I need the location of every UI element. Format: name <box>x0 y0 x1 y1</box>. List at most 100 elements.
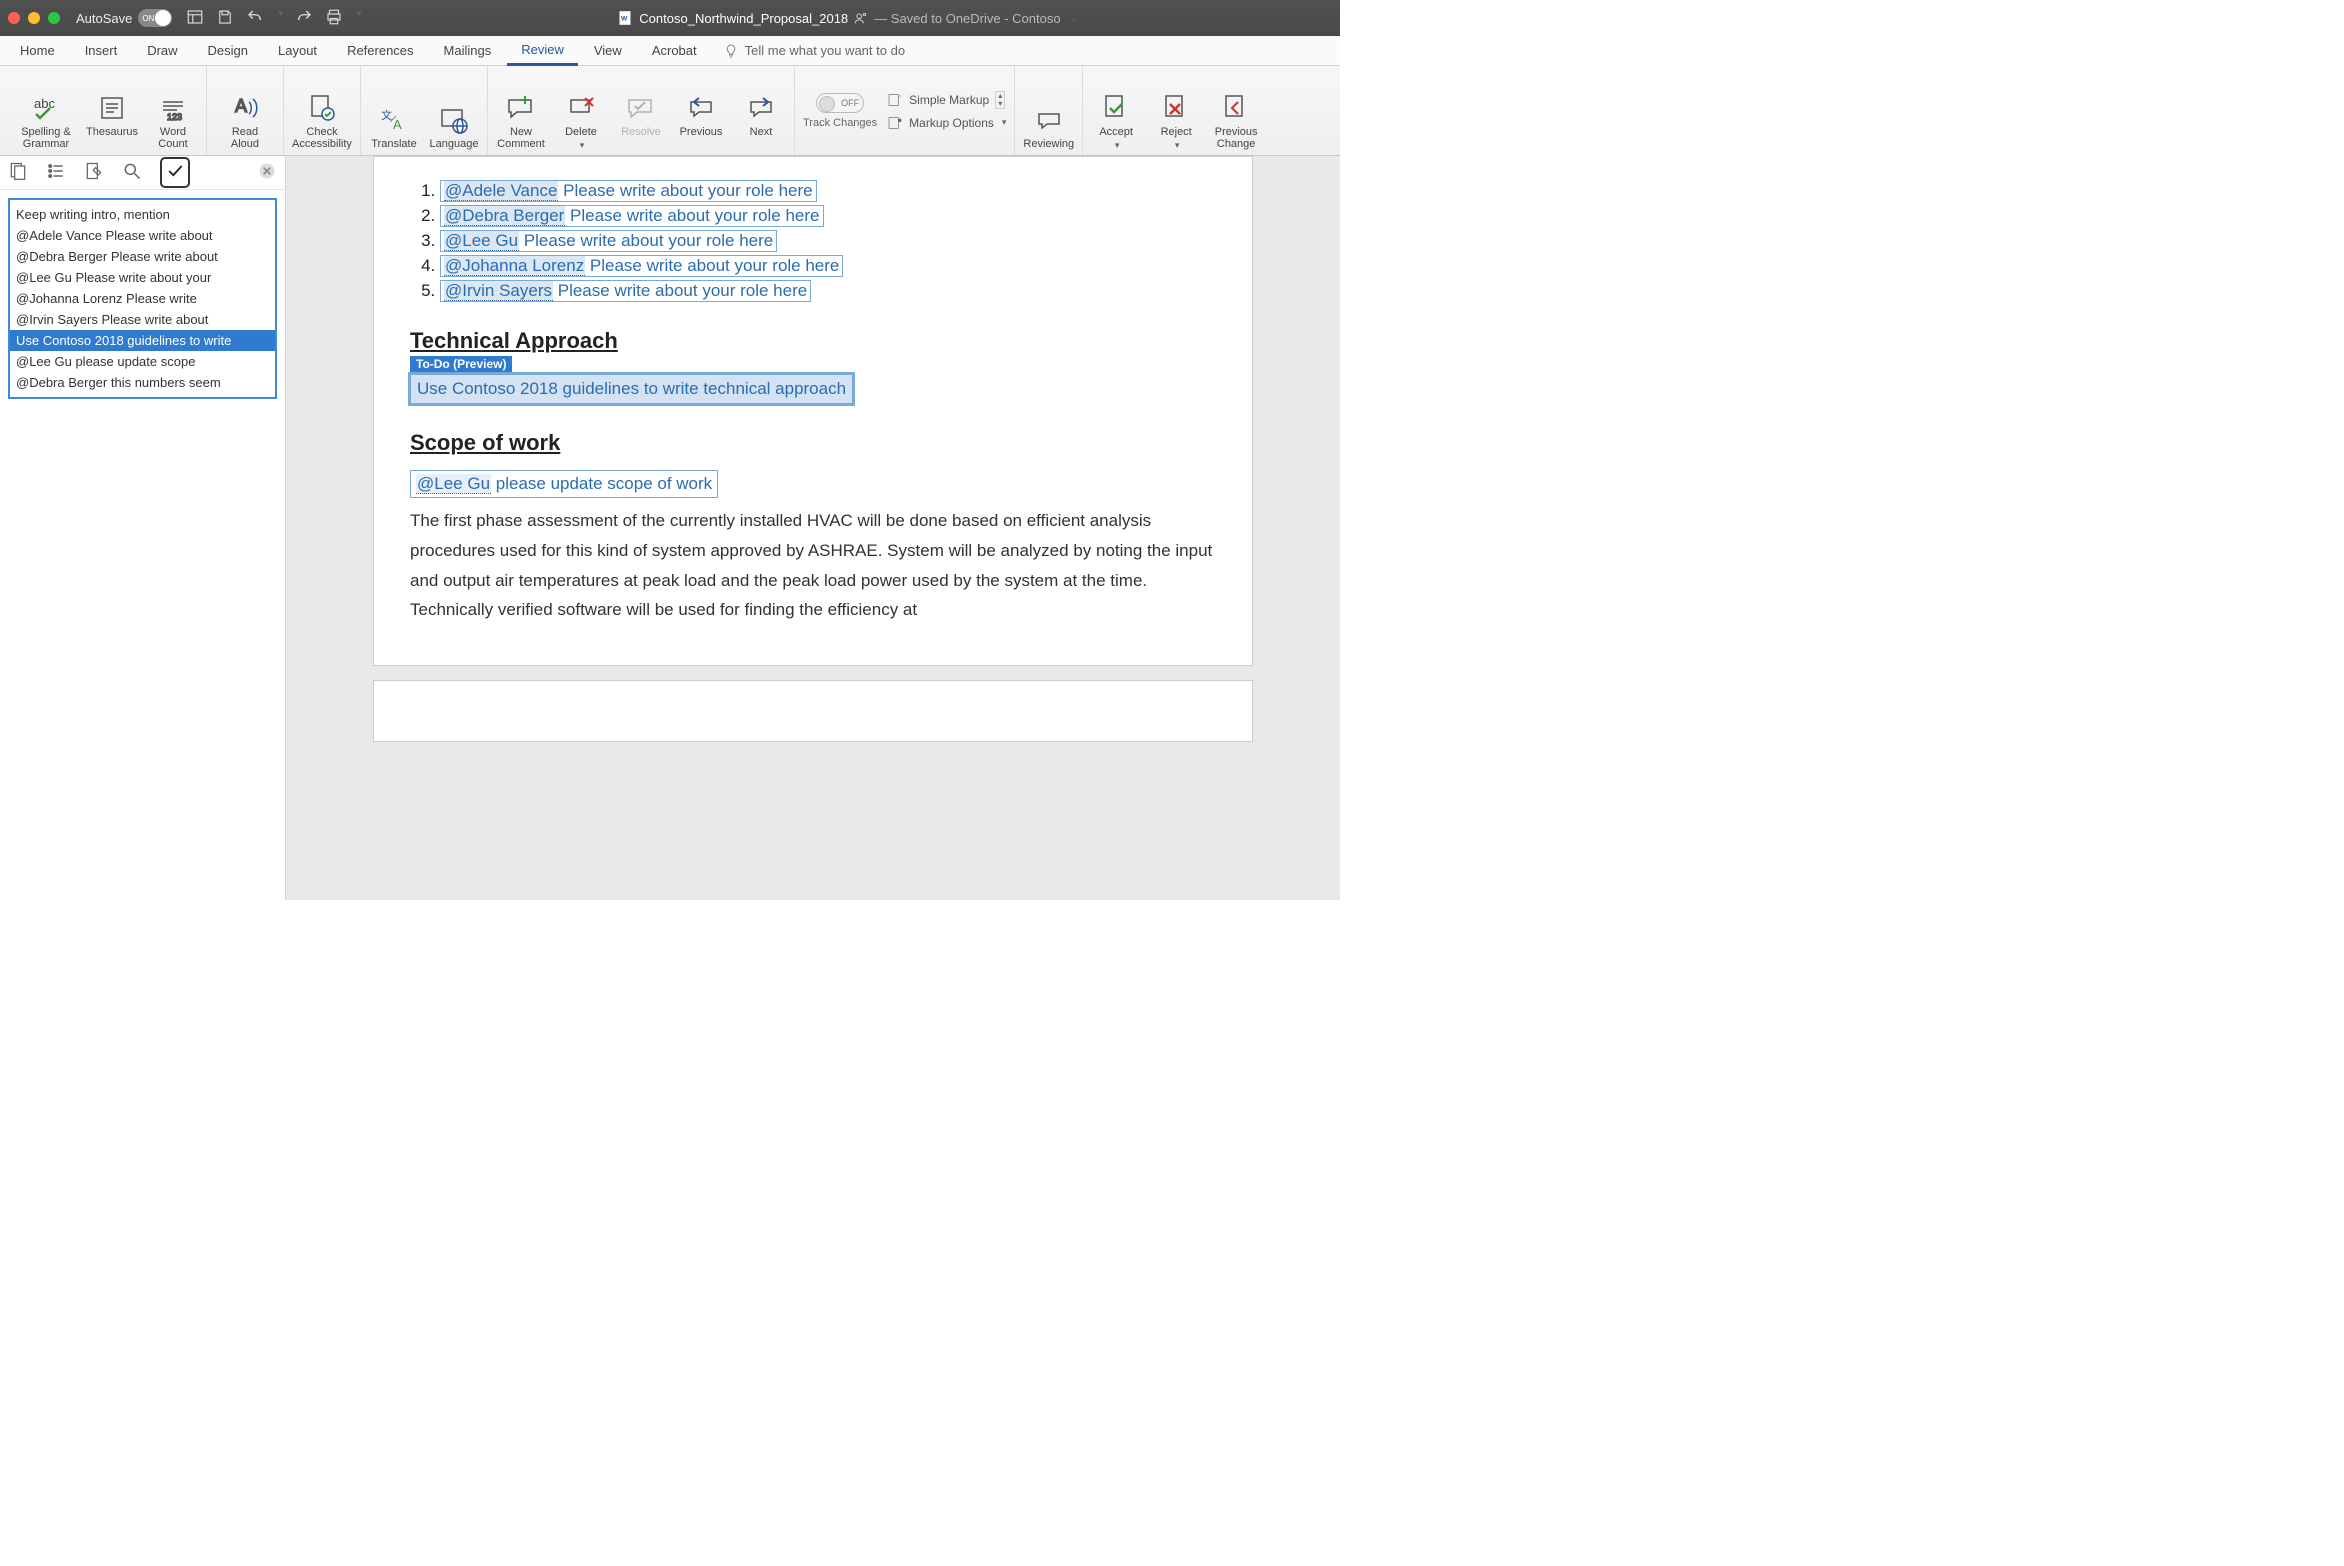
lightbulb-icon <box>723 43 739 59</box>
task-item[interactable]: @Lee Gu please update scope <box>10 351 275 372</box>
zoom-window-button[interactable] <box>48 12 60 24</box>
task-item[interactable]: Use Contoso 2018 guidelines to write <box>10 330 275 351</box>
share-icon[interactable] <box>854 11 868 25</box>
side-panel: Keep writing intro, mention@Adele Vance … <box>0 156 286 900</box>
todo-scope-of-work[interactable]: @Lee Gu please update scope of work <box>410 470 718 498</box>
group-changes: Accept▾ Reject▾ Previous Change <box>1083 66 1269 155</box>
qat-save-icon[interactable] <box>216 8 234 29</box>
next-comment-button[interactable]: Next <box>736 92 786 139</box>
qat-print-icon[interactable] <box>325 8 343 29</box>
mention-text: Please write about your role here <box>565 206 819 225</box>
heading-technical-approach: Technical Approach <box>410 328 1216 354</box>
svg-text:123: 123 <box>167 112 182 122</box>
autosave-switch[interactable]: ON <box>138 9 172 27</box>
group-language: 文ATranslate Language <box>361 66 488 155</box>
translate-button[interactable]: 文ATranslate <box>369 104 419 151</box>
sp-tab-outline-icon[interactable] <box>46 161 66 184</box>
task-item[interactable]: @Adele Vance Please write about <box>10 225 275 246</box>
svg-text:W: W <box>621 16 628 23</box>
tab-design[interactable]: Design <box>194 37 262 64</box>
tab-review[interactable]: Review <box>507 36 578 66</box>
spelling-grammar-button[interactable]: abcSpelling & Grammar <box>16 92 76 151</box>
previous-comment-button[interactable]: Previous <box>676 92 726 139</box>
svg-text:A: A <box>393 117 402 132</box>
reviewing-pane-button[interactable]: Reviewing <box>1023 104 1074 151</box>
resolve-comment-button: Resolve <box>616 92 666 139</box>
task-item[interactable]: Keep writing intro, mention <box>10 204 275 225</box>
mention-link[interactable]: @Johanna Lorenz <box>444 256 585 276</box>
tab-insert[interactable]: Insert <box>71 37 132 64</box>
reject-button[interactable]: Reject▾ <box>1151 92 1201 151</box>
mention-link[interactable]: @Lee Gu <box>444 231 519 251</box>
tab-home[interactable]: Home <box>6 37 69 64</box>
simple-markup-dropdown[interactable]: Simple Markup▴▾ <box>887 91 1006 109</box>
tab-acrobat[interactable]: Acrobat <box>638 37 711 64</box>
mention-list-item: @Irvin Sayers Please write about your ro… <box>440 280 1216 302</box>
qat-undo-icon[interactable] <box>246 8 264 29</box>
tab-mailings[interactable]: Mailings <box>430 37 506 64</box>
body-paragraph: The first phase assessment of the curren… <box>410 506 1216 625</box>
previous-change-button[interactable]: Previous Change <box>1211 92 1261 151</box>
main-area: Keep writing intro, mention@Adele Vance … <box>0 156 1340 900</box>
mentions-list: @Adele Vance Please write about your rol… <box>440 180 1216 302</box>
mention-text: Please write about your role here <box>519 231 773 250</box>
read-aloud-button[interactable]: ARead Aloud <box>215 92 275 151</box>
sp-tab-pages-icon[interactable] <box>8 161 28 184</box>
markup-options-dropdown[interactable]: Markup Options▾ <box>887 115 1006 131</box>
mention-list-item: @Debra Berger Please write about your ro… <box>440 205 1216 227</box>
word-count-button[interactable]: 123Word Count <box>148 92 198 151</box>
document-page-1: @Adele Vance Please write about your rol… <box>373 156 1253 666</box>
svg-text:abc: abc <box>34 96 55 111</box>
track-changes-label: Track Changes <box>803 117 877 129</box>
mention-list-item: @Johanna Lorenz Please write about your … <box>440 255 1216 277</box>
qat-template-icon[interactable] <box>186 8 204 29</box>
mention-lee-gu[interactable]: @Lee Gu <box>416 474 491 494</box>
mention-link[interactable]: @Adele Vance <box>444 181 558 201</box>
sp-tab-search-icon[interactable] <box>122 161 142 184</box>
mention-link[interactable]: @Debra Berger <box>444 206 565 226</box>
language-button[interactable]: Language <box>429 104 479 151</box>
task-item[interactable]: @Debra Berger this numbers seem <box>10 372 275 393</box>
close-window-button[interactable] <box>8 12 20 24</box>
thesaurus-button[interactable]: Thesaurus <box>86 92 138 139</box>
tab-draw[interactable]: Draw <box>133 37 191 64</box>
group-speech: ARead Aloud <box>207 66 284 155</box>
mention-link[interactable]: @Irvin Sayers <box>444 281 553 301</box>
sp-tab-edit-icon[interactable] <box>84 161 104 184</box>
qat-redo-icon[interactable] <box>295 8 313 29</box>
todo-scope-text: please update scope of work <box>491 474 712 493</box>
track-changes-toggle[interactable]: OFF <box>816 93 864 113</box>
quick-access-toolbar: ▾ ▾ <box>186 8 361 29</box>
task-item[interactable]: @Irvin Sayers Please write about <box>10 309 275 330</box>
tab-references[interactable]: References <box>333 37 427 64</box>
qat-undo-dropdown[interactable]: ▾ <box>278 8 283 29</box>
svg-text:A: A <box>235 96 247 116</box>
title-center: W Contoso_Northwind_Proposal_2018 — Save… <box>361 10 1332 26</box>
side-panel-close-icon[interactable] <box>257 161 277 184</box>
mention-list-item: @Lee Gu Please write about your role her… <box>440 230 1216 252</box>
group-tracking: OFF Track Changes Simple Markup▴▾ Markup… <box>795 66 1015 155</box>
new-comment-button[interactable]: New Comment <box>496 92 546 151</box>
minimize-window-button[interactable] <box>28 12 40 24</box>
title-dropdown[interactable]: ⌄ <box>1069 13 1077 24</box>
ribbon: abcSpelling & Grammar Thesaurus 123Word … <box>0 66 1340 156</box>
tell-me-search[interactable]: Tell me what you want to do <box>723 43 905 59</box>
task-item[interactable]: @Lee Gu Please write about your <box>10 267 275 288</box>
todo-technical-approach[interactable]: Use Contoso 2018 guidelines to write tec… <box>410 374 853 404</box>
tab-layout[interactable]: Layout <box>264 37 331 64</box>
task-item[interactable]: @Debra Berger Please write about <box>10 246 275 267</box>
mention-text: Please write about your role here <box>585 256 839 275</box>
sp-tab-tasks-icon[interactable] <box>160 157 190 188</box>
svg-text:文: 文 <box>381 108 392 122</box>
task-item[interactable]: @Johanna Lorenz Please write <box>10 288 275 309</box>
document-viewport[interactable]: @Adele Vance Please write about your rol… <box>286 156 1340 900</box>
autosave-toggle[interactable]: AutoSave ON <box>76 9 172 27</box>
tab-view[interactable]: View <box>580 37 636 64</box>
saved-status: — Saved to OneDrive - Contoso <box>874 11 1060 26</box>
tell-me-placeholder: Tell me what you want to do <box>745 43 905 58</box>
check-accessibility-button[interactable]: Check Accessibility <box>292 92 352 151</box>
window-controls <box>8 12 60 24</box>
mention-text: Please write about your role here <box>558 181 812 200</box>
accept-button[interactable]: Accept▾ <box>1091 92 1141 151</box>
delete-comment-button[interactable]: Delete▾ <box>556 92 606 151</box>
